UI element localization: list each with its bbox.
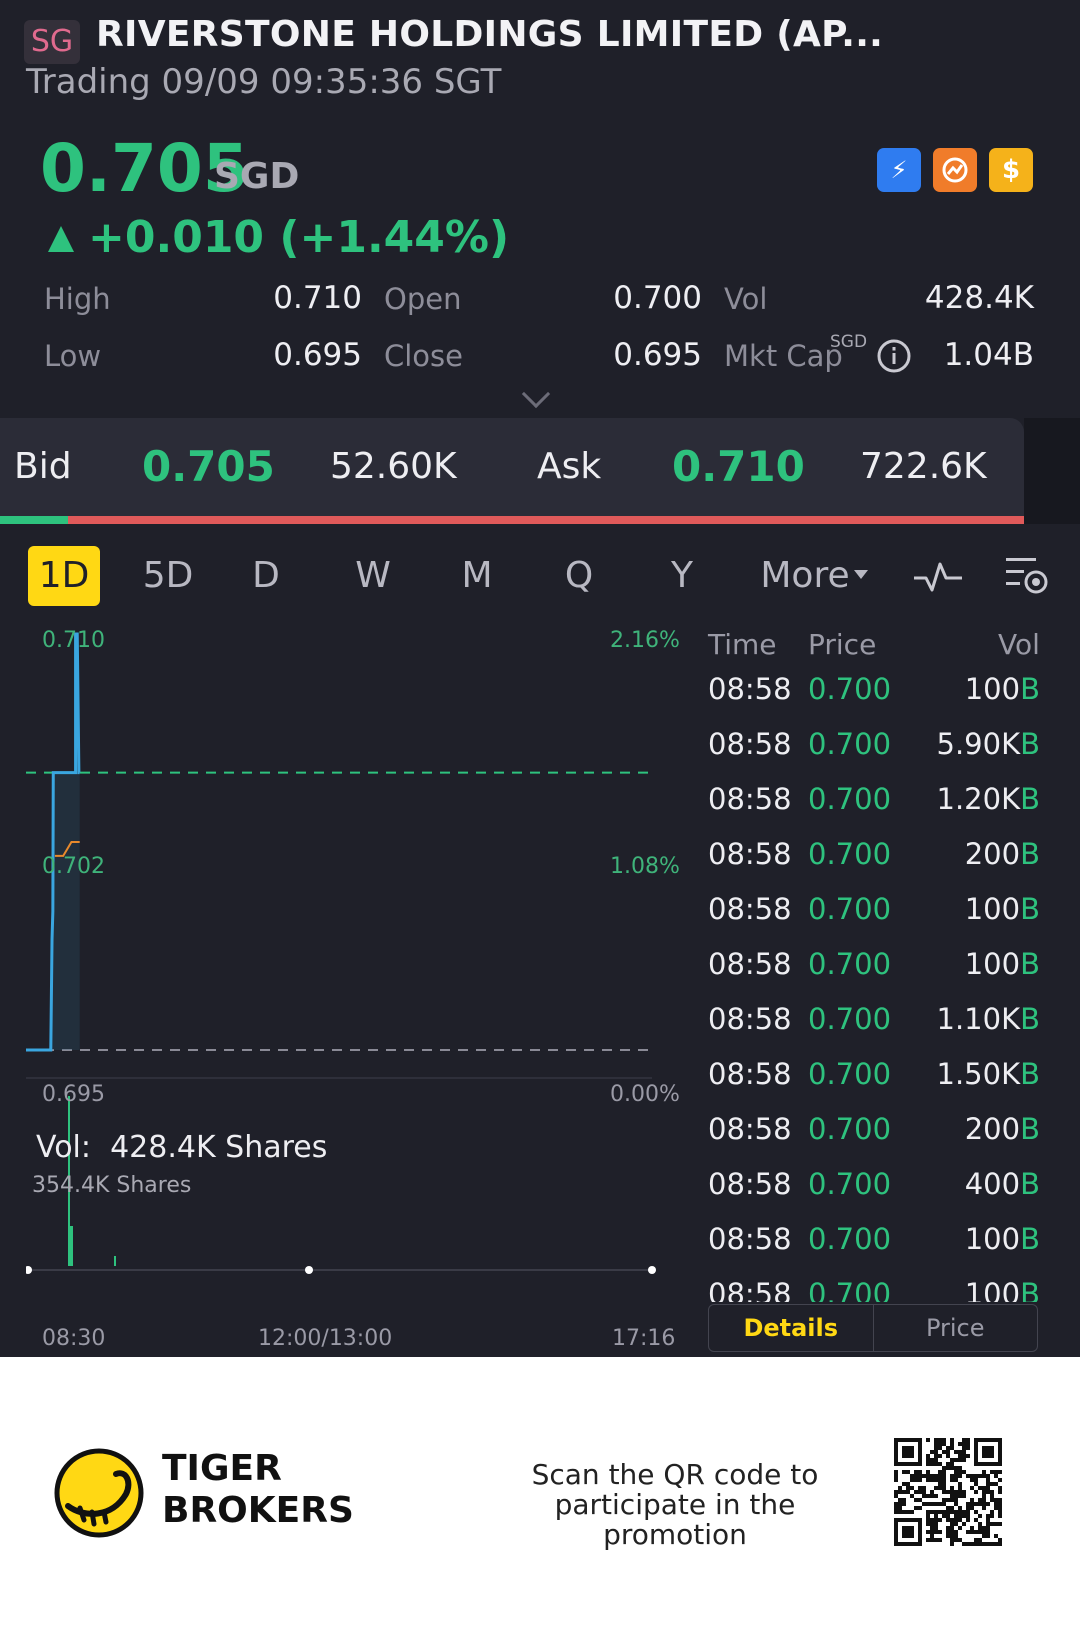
- tick-side: B: [1020, 1112, 1040, 1146]
- tick-volume: 5.90KB: [936, 727, 1041, 761]
- tick-side: B: [1020, 1222, 1040, 1256]
- tick-volume: 200B: [964, 1112, 1040, 1146]
- tick-row: 08:58 0.700 1.50KB: [708, 1057, 1040, 1112]
- tick-row: 08:58 0.700 200B: [708, 1112, 1040, 1167]
- tick-price: 0.700: [808, 782, 892, 816]
- tick-time: 08:58: [708, 1167, 792, 1201]
- brand-name-line1: TIGER: [162, 1448, 282, 1489]
- tick-row: 08:58 0.700 100B: [708, 947, 1040, 1002]
- stock-detail-screen: SG RIVERSTONE HOLDINGS LIMITED (AP... Tr…: [0, 0, 1080, 1357]
- tick-row: 08:58 0.700 5.90KB: [708, 727, 1040, 782]
- tick-price: 0.700: [808, 1112, 892, 1146]
- tick-row: 08:58 0.700 100B: [708, 892, 1040, 947]
- time-axis-start: 08:30: [42, 1326, 106, 1351]
- segment-price[interactable]: Price: [874, 1305, 1038, 1351]
- tick-side: B: [1020, 727, 1040, 761]
- tick-volume: 1.20KB: [936, 782, 1041, 816]
- tick-time: 08:58: [708, 1112, 792, 1146]
- tick-side: B: [1020, 782, 1040, 816]
- tick-time: 08:58: [708, 1002, 792, 1036]
- tick-side: B: [1020, 1002, 1040, 1036]
- brand-name-line2: BROKERS: [162, 1490, 354, 1531]
- tick-volume: 200B: [964, 837, 1040, 871]
- tick-price: 0.700: [808, 1277, 892, 1302]
- tick-price: 0.700: [808, 727, 892, 761]
- tick-time: 08:58: [708, 892, 792, 926]
- promo-text: Scan the QR code to participate in the p…: [531, 1458, 819, 1551]
- tick-row: 08:58 0.700 200B: [708, 837, 1040, 892]
- tick-time: 08:58: [708, 727, 792, 761]
- tick-price: 0.700: [808, 1222, 892, 1256]
- tick-time: 08:58: [708, 837, 792, 871]
- tick-price: 0.700: [808, 892, 892, 926]
- time-axis-end: 17:16: [612, 1326, 676, 1351]
- tick-time: 08:58: [708, 782, 792, 816]
- tick-row: 08:58 0.700 1.10KB: [708, 1002, 1040, 1057]
- tick-volume: 100B: [965, 1277, 1040, 1302]
- tick-row: 08:58 0.700 400B: [708, 1167, 1040, 1222]
- tick-price: 0.700: [808, 837, 892, 871]
- tick-row: 08:58 0.700 100B: [708, 672, 1040, 727]
- tick-side: B: [1020, 1277, 1040, 1302]
- tick-side: B: [1020, 892, 1040, 926]
- tick-volume: 100B: [964, 1222, 1040, 1256]
- tick-volume: 1.50KB: [936, 1057, 1041, 1091]
- tick-side: B: [1020, 1167, 1040, 1201]
- tiger-logo-icon: [54, 1448, 144, 1538]
- tick-volume: 100B: [964, 947, 1040, 981]
- tick-side: B: [1020, 672, 1040, 706]
- tick-price: 0.700: [808, 947, 892, 981]
- tick-time: 08:58: [708, 1277, 792, 1302]
- tick-price: 0.700: [808, 1057, 892, 1091]
- tick-time: 08:58: [708, 1222, 792, 1256]
- tick-price: 0.700: [808, 672, 892, 706]
- tick-volume: 400B: [964, 1167, 1040, 1201]
- tick-volume: 100B: [964, 892, 1040, 926]
- segment-details[interactable]: Details: [709, 1305, 874, 1351]
- qr-code-icon[interactable]: [894, 1438, 1002, 1546]
- tick-row: 08:58 0.700 100B: [708, 1277, 1040, 1302]
- tick-price: 0.700: [808, 1002, 892, 1036]
- tick-price: 0.700: [808, 1167, 892, 1201]
- tick-time: 08:58: [708, 947, 792, 981]
- tick-side: B: [1020, 947, 1040, 981]
- tick-time: 08:58: [708, 672, 792, 706]
- tick-volume: 100B: [964, 672, 1040, 706]
- ticks-list[interactable]: 08:58 0.700 100B 08:58 0.700 5.90KB 08:58 0.700…: [0, 0, 1080, 1302]
- tick-volume: 1.10KB: [936, 1002, 1041, 1036]
- tick-side: B: [1020, 1057, 1040, 1091]
- tick-row: 08:58 0.700 100B: [708, 1222, 1040, 1277]
- tick-row: 08:58 0.700 1.20KB: [708, 782, 1040, 837]
- tick-side: B: [1020, 837, 1040, 871]
- tick-time: 08:58: [708, 1057, 792, 1091]
- time-axis-mid: 12:00/13:00: [258, 1326, 393, 1351]
- ticks-segment-control[interactable]: Details Price: [708, 1304, 1038, 1352]
